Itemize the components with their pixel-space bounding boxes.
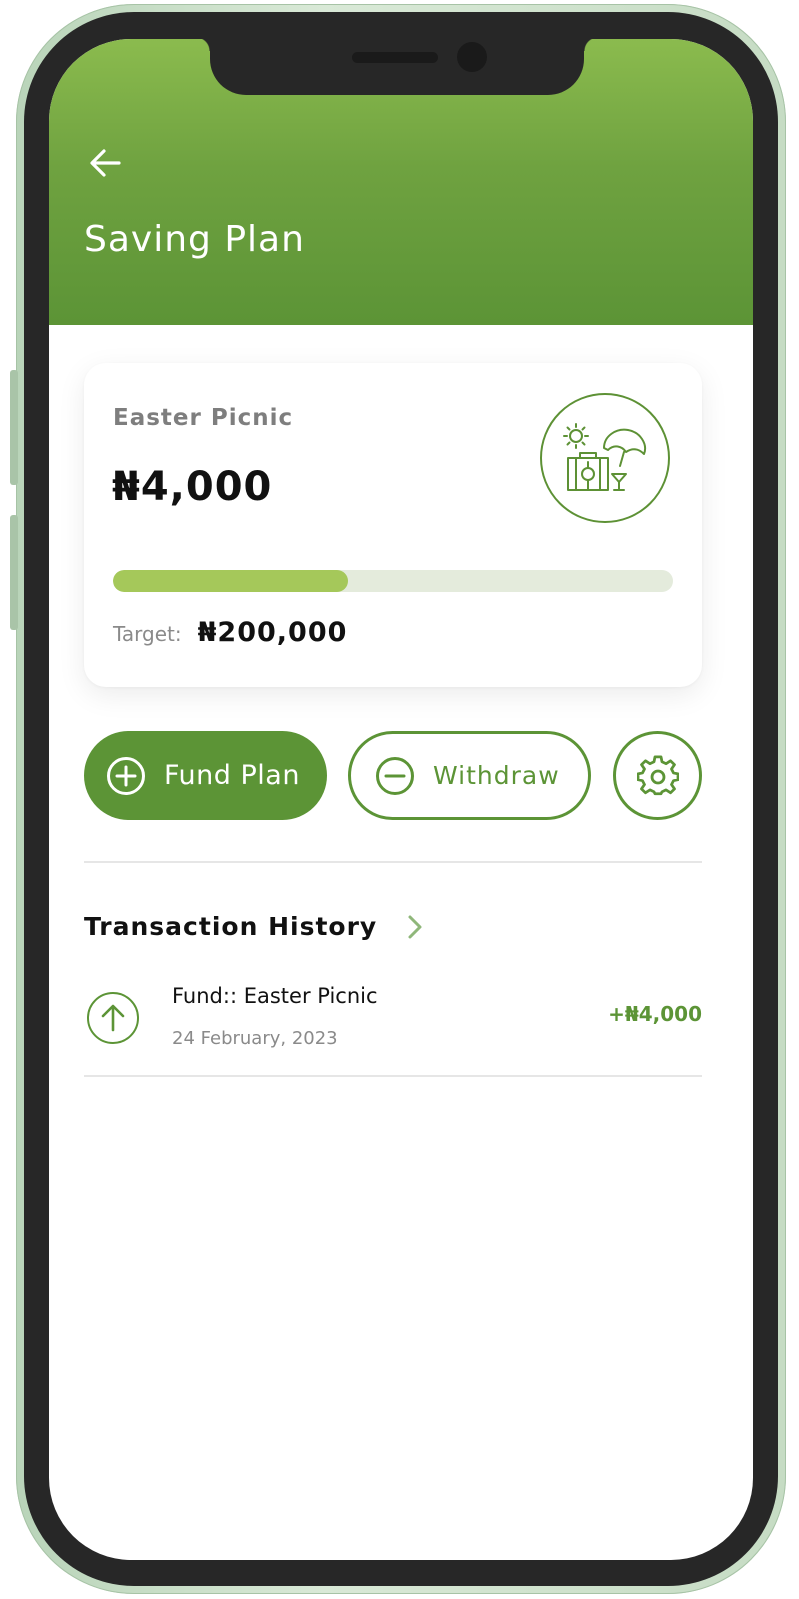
section-divider (84, 861, 702, 863)
plan-card: Easter Picnic ₦4,000 Target: ₦200,000 (84, 363, 702, 687)
back-button[interactable] (85, 143, 125, 183)
front-camera (457, 42, 487, 72)
transaction-title: Fund:: Easter Picnic (172, 984, 378, 1008)
arrow-up-icon (87, 992, 139, 1044)
transaction-amount: +₦4,000 (608, 1002, 702, 1026)
chevron-right-icon (407, 913, 427, 941)
transaction-date: 24 February, 2023 (172, 1028, 338, 1049)
plan-name: Easter Picnic (113, 405, 294, 431)
fund-plan-button[interactable]: Fund Plan (84, 731, 327, 820)
speaker (352, 52, 438, 63)
withdraw-button[interactable]: Withdraw (348, 731, 591, 820)
gear-icon (636, 755, 679, 795)
phone-notch (196, 39, 598, 95)
side-button (10, 370, 18, 485)
app-screen: Saving Plan Easter Picnic ₦4,000 Target:… (49, 39, 753, 1560)
transaction-history-title: Transaction History (84, 912, 378, 941)
transaction-history-link[interactable]: Transaction History (84, 912, 427, 941)
picnic-icon (540, 393, 670, 523)
arrow-left-icon (90, 149, 121, 177)
progress-bar (113, 570, 673, 592)
plan-balance: ₦4,000 (112, 464, 273, 510)
minus-circle-icon (375, 756, 415, 796)
transaction-row[interactable]: Fund:: Easter Picnic 24 February, 2023 +… (84, 984, 702, 1076)
plan-settings-button[interactable] (613, 731, 702, 820)
withdraw-label: Withdraw (433, 761, 560, 790)
target-value: ₦200,000 (197, 617, 348, 648)
target-row: Target: ₦200,000 (113, 617, 347, 648)
target-label: Target: (113, 622, 182, 646)
transaction-divider (84, 1075, 702, 1077)
fund-plan-label: Fund Plan (164, 760, 300, 791)
page-title: Saving Plan (84, 219, 305, 260)
progress-fill (113, 570, 349, 592)
side-button (10, 515, 18, 630)
plus-circle-icon (106, 756, 146, 796)
